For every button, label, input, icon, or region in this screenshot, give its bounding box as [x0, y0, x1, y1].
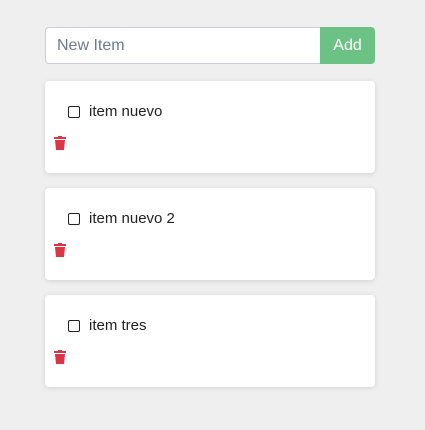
trash-icon[interactable] — [54, 243, 66, 257]
new-item-input[interactable] — [45, 27, 320, 64]
add-button[interactable]: Add — [320, 27, 375, 64]
checkbox[interactable] — [68, 212, 80, 225]
todo-label: item nuevo — [89, 103, 163, 120]
trash-icon[interactable] — [54, 136, 66, 150]
todo-card: item nuevo 2 — [45, 188, 375, 280]
todo-item: item nuevo — [68, 103, 162, 120]
todo-item: item tres — [68, 317, 147, 334]
todo-card: item nuevo — [45, 81, 375, 173]
todo-item: item nuevo 2 — [68, 210, 175, 227]
trash-icon[interactable] — [54, 350, 66, 364]
todo-label: item nuevo 2 — [89, 210, 175, 227]
todo-card: item tres — [45, 295, 375, 387]
checkbox[interactable] — [68, 319, 80, 332]
new-item-form: Add — [45, 27, 375, 64]
todo-label: item tres — [89, 317, 147, 334]
checkbox[interactable] — [68, 105, 80, 118]
